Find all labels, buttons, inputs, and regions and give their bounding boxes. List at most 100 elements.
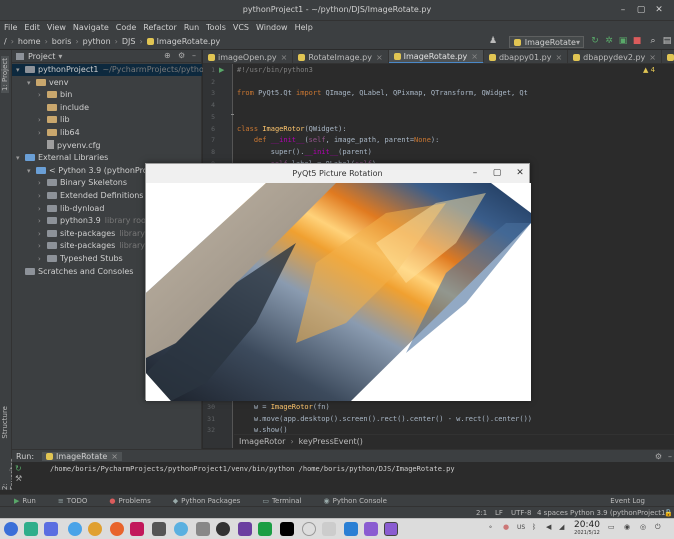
intellij-icon[interactable] bbox=[280, 522, 294, 536]
gear-icon[interactable]: ⚙ bbox=[655, 452, 662, 461]
settings-app-icon[interactable] bbox=[68, 522, 82, 536]
chevron-down-icon[interactable]: ▾ bbox=[58, 52, 62, 61]
pyqt-picture-rotation-window[interactable]: PyQt5 Picture Rotation – ▢ ✕ bbox=[145, 163, 531, 401]
tree-row[interactable]: include bbox=[38, 102, 89, 114]
tree-row[interactable]: pyvenv.cfg bbox=[38, 139, 101, 152]
bluetooth-icon[interactable]: ᛒ bbox=[532, 523, 536, 531]
tree-row[interactable]: › bin bbox=[38, 89, 72, 101]
close-icon[interactable]: ✕ bbox=[513, 167, 527, 180]
structure-tool-tab[interactable]: Structure bbox=[1, 406, 9, 439]
event-log-tab[interactable]: Event Log bbox=[610, 497, 645, 505]
warnings-indicator[interactable]: ▲ 4 bbox=[643, 66, 655, 74]
app-icon[interactable] bbox=[196, 522, 210, 536]
status-line-separator[interactable]: LF bbox=[495, 509, 503, 517]
editor-tab[interactable]: dbappydev3.py× bbox=[662, 50, 674, 63]
rerun-icon[interactable]: ↻ bbox=[15, 464, 27, 474]
hide-icon[interactable]: – bbox=[668, 452, 672, 461]
maximize-icon[interactable]: ▢ bbox=[634, 3, 648, 17]
status-indent[interactable]: 4 spaces bbox=[537, 509, 568, 517]
tree-row[interactable]: › lib64 bbox=[38, 127, 80, 139]
chrome-icon[interactable] bbox=[88, 522, 102, 536]
tool-tab-python-packages[interactable]: ◆ Python Packages bbox=[173, 497, 252, 505]
chat-icon[interactable] bbox=[174, 522, 188, 536]
clock[interactable]: 20:40 2021/5/12 bbox=[572, 520, 602, 537]
menu-item-code[interactable]: Code bbox=[116, 23, 136, 32]
project-tool-tab[interactable]: 1: Project bbox=[1, 56, 9, 93]
tree-arrow-icon[interactable]: › bbox=[38, 127, 47, 139]
locate-icon[interactable]: ⊕ bbox=[164, 51, 171, 60]
tree-arrow-icon[interactable]: ▾ bbox=[16, 152, 25, 164]
debug-icon[interactable]: ✲ bbox=[604, 36, 614, 46]
tree-arrow-icon[interactable]: ▾ bbox=[16, 64, 25, 76]
tree-arrow-icon[interactable]: › bbox=[38, 190, 47, 202]
app-icon[interactable] bbox=[302, 522, 316, 536]
maximize-icon[interactable]: ▢ bbox=[490, 167, 504, 180]
tool-tab-todo[interactable]: ≡ TODO bbox=[58, 497, 99, 505]
breadcrumb-item[interactable]: python bbox=[83, 37, 111, 46]
close-icon[interactable]: × bbox=[111, 452, 118, 461]
editor-tab[interactable]: dbappy01.py × bbox=[484, 50, 569, 63]
app-icon[interactable] bbox=[216, 522, 230, 536]
tree-row[interactable]: › lib-dynload bbox=[38, 203, 104, 215]
tray-icon[interactable]: ◉ bbox=[624, 523, 630, 531]
app-icon[interactable] bbox=[364, 522, 378, 536]
volume-icon[interactable]: ◀ bbox=[546, 523, 551, 531]
status-position[interactable]: 2:1 bbox=[476, 509, 487, 517]
tree-arrow-icon[interactable]: › bbox=[38, 203, 47, 215]
notification-icon[interactable]: ▭ bbox=[608, 523, 615, 531]
menu-item-vcs[interactable]: VCS bbox=[233, 23, 249, 32]
menu-item-help[interactable]: Help bbox=[295, 23, 313, 32]
editor-tab[interactable]: imageOpen.py × bbox=[203, 50, 294, 63]
menu-item-file[interactable]: File bbox=[4, 23, 17, 32]
breadcrumb-item[interactable]: boris bbox=[52, 37, 72, 46]
terminal-icon[interactable] bbox=[152, 522, 166, 536]
app-icon[interactable] bbox=[130, 522, 144, 536]
breadcrumb-item[interactable]: home bbox=[18, 37, 41, 46]
power-icon[interactable]: ⏻ bbox=[655, 523, 661, 532]
tree-arrow-icon[interactable]: › bbox=[38, 215, 47, 227]
lock-icon[interactable]: 🔒 bbox=[664, 509, 673, 517]
tree-arrow-icon[interactable]: ▾ bbox=[27, 77, 36, 89]
tool-tab-terminal[interactable]: ▭ Terminal bbox=[262, 497, 312, 505]
project-panel-title[interactable]: Project bbox=[28, 52, 55, 61]
status-interpreter[interactable]: Python 3.9 (pythonProject1) bbox=[570, 509, 668, 517]
firefox-icon[interactable] bbox=[110, 522, 124, 536]
run-configuration-select[interactable]: ImageRotate ▾ bbox=[509, 36, 584, 48]
tree-arrow-icon[interactable]: › bbox=[38, 253, 47, 265]
menu-item-tools[interactable]: Tools bbox=[206, 23, 226, 32]
run-tab[interactable]: ImageRotate × bbox=[42, 451, 122, 461]
editor-tab[interactable]: ImageRotate.py × bbox=[388, 50, 484, 63]
minimize-icon[interactable]: – bbox=[468, 167, 482, 180]
user-icon[interactable]: ♟ bbox=[488, 36, 498, 46]
tree-row[interactable]: › lib bbox=[38, 114, 70, 126]
tree-arrow-icon[interactable]: › bbox=[38, 228, 47, 240]
pycharm-icon[interactable] bbox=[258, 522, 272, 536]
editor-tab[interactable]: RotateImage.py × bbox=[293, 50, 389, 63]
hide-icon[interactable]: – bbox=[192, 51, 196, 60]
editor-breadcrumb-item[interactable]: keyPressEvent() bbox=[299, 437, 363, 446]
close-icon[interactable]: ✕ bbox=[652, 3, 666, 17]
network-icon[interactable]: ◢ bbox=[559, 523, 564, 531]
editor-tab[interactable]: dbappydev2.py × bbox=[568, 50, 662, 63]
app-icon[interactable] bbox=[384, 522, 398, 536]
menu-item-window[interactable]: Window bbox=[256, 23, 288, 32]
close-icon[interactable]: × bbox=[376, 53, 383, 62]
menu-item-run[interactable]: Run bbox=[184, 23, 199, 32]
close-icon[interactable]: × bbox=[471, 52, 478, 61]
app-icon[interactable] bbox=[238, 522, 252, 536]
tree-row[interactable]: ▾ External Libraries bbox=[16, 152, 108, 164]
tree-row[interactable]: › Binary Skeletons bbox=[38, 177, 127, 189]
tool-tab-run[interactable]: ▶ Run bbox=[14, 497, 47, 505]
tree-row[interactable]: › python3.9 library root bbox=[38, 215, 149, 227]
breadcrumb-item[interactable]: ImageRotate.py bbox=[157, 37, 221, 46]
breadcrumb-item[interactable]: DJS bbox=[122, 37, 136, 46]
close-icon[interactable]: × bbox=[281, 53, 288, 62]
coverage-icon[interactable]: ▣ bbox=[618, 36, 628, 46]
menu-item-edit[interactable]: Edit bbox=[24, 23, 40, 32]
gear-icon[interactable]: ⚙ bbox=[178, 51, 185, 60]
tree-arrow-icon[interactable]: › bbox=[38, 89, 47, 101]
stop-icon[interactable]: ■ bbox=[632, 36, 642, 46]
menu-item-view[interactable]: View bbox=[47, 23, 66, 32]
app-icon[interactable] bbox=[322, 522, 336, 536]
close-icon[interactable]: × bbox=[555, 53, 562, 62]
